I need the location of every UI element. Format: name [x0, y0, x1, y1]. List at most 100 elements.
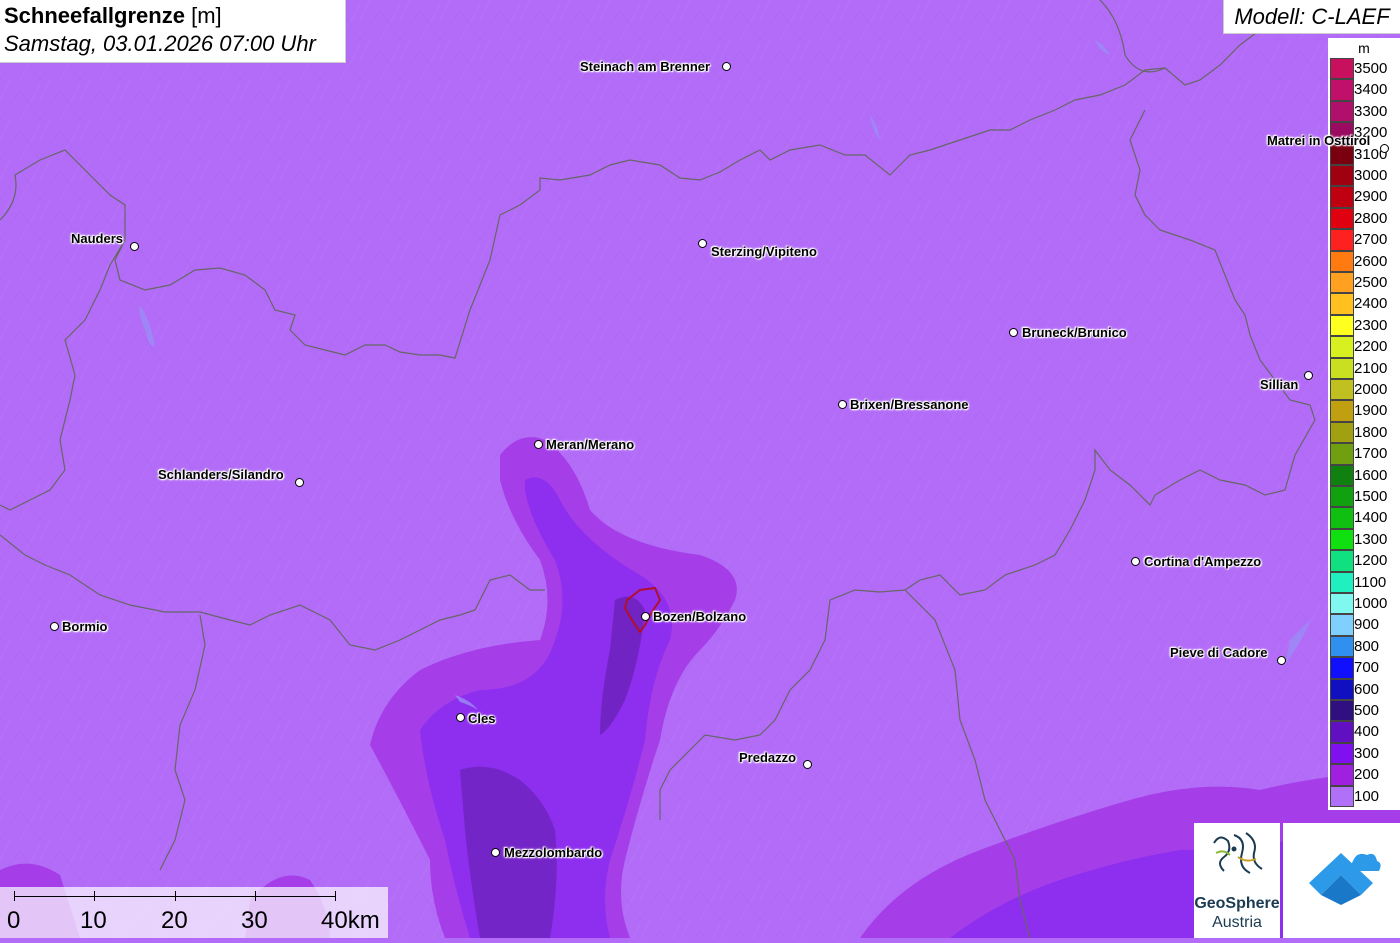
city-marker-cles[interactable]	[455, 712, 465, 722]
legend-entry: 3500	[1328, 58, 1400, 80]
legend-swatch	[1330, 421, 1354, 444]
city-label-bormio: Bormio	[62, 619, 108, 634]
legend-entry: 2500	[1328, 272, 1400, 294]
city-marker-schlanders[interactable]	[294, 477, 304, 487]
legend-value: 500	[1354, 702, 1380, 719]
scale-tick	[335, 891, 336, 901]
geosphere-country: Austria	[1212, 914, 1262, 931]
legend-swatch	[1330, 165, 1354, 187]
legend-entry: 2800	[1328, 207, 1400, 230]
legend-swatch	[1330, 272, 1354, 294]
city-marker-cortina[interactable]	[1130, 556, 1140, 566]
legend-value: 3500	[1354, 60, 1388, 77]
city-marker-steinach[interactable]	[721, 61, 731, 71]
legend-entry: 300	[1328, 742, 1400, 765]
legend-value: 2400	[1354, 295, 1388, 313]
legend-value: 300	[1354, 744, 1380, 762]
legend-swatch	[1330, 79, 1354, 101]
city-marker-predazzo[interactable]	[802, 759, 812, 769]
legend-swatch	[1330, 336, 1354, 358]
legend-swatch	[1330, 186, 1354, 208]
legend-entry: 2900	[1328, 186, 1400, 208]
weather-app-icon	[1309, 853, 1381, 905]
legend-value: 900	[1354, 616, 1380, 634]
legend-swatch	[1330, 464, 1354, 486]
scale-label-20: 20	[161, 907, 188, 934]
legend-swatch	[1330, 571, 1354, 593]
legend-value: 1500	[1354, 488, 1388, 505]
geosphere-name: GeoSphere	[1194, 895, 1280, 912]
city-label-cles: Cles	[468, 711, 496, 726]
city-label-steinach: Steinach am Brenner	[580, 59, 711, 74]
scale-bar: 0 10 20 30 40km	[0, 887, 388, 938]
legend-value: 700	[1354, 659, 1380, 677]
legend-swatch	[1330, 443, 1354, 465]
legend-value: 200	[1354, 766, 1380, 784]
legend-entry: 2600	[1328, 250, 1400, 272]
city-marker-bozen[interactable]	[640, 611, 650, 621]
legend-swatch	[1330, 58, 1354, 80]
legend-entry: 2200	[1328, 336, 1400, 358]
legend-value: 1100	[1354, 573, 1387, 591]
city-marker-sterzing[interactable]	[697, 238, 707, 248]
geosphere-logo[interactable]: GeoSphere Austria	[1194, 823, 1280, 938]
legend-swatch	[1330, 742, 1354, 765]
scale-label-30: 30	[241, 907, 268, 934]
legend-entry: 800	[1328, 635, 1400, 658]
legend-value: 100	[1354, 787, 1380, 805]
legend-entry: 1800	[1328, 421, 1400, 444]
legend-value: 1900	[1354, 402, 1388, 420]
legend-entry: 1500	[1328, 486, 1400, 508]
legend-swatch	[1330, 550, 1354, 572]
legend-swatch	[1330, 314, 1354, 337]
city-marker-pieve[interactable]	[1276, 655, 1286, 665]
legend-value: 1800	[1354, 423, 1388, 441]
city-label-pieve: Pieve di Cadore	[1170, 645, 1268, 660]
legend-value: 1400	[1354, 509, 1388, 527]
legend-swatch	[1330, 700, 1354, 722]
city-marker-mezzolombardo[interactable]	[490, 847, 500, 857]
legend-value: 1000	[1354, 595, 1388, 612]
legend-swatch	[1330, 657, 1354, 679]
legend-value: 2800	[1354, 209, 1388, 227]
legend-entry: 400	[1328, 721, 1400, 743]
legend-entry: 3000	[1328, 165, 1400, 187]
legend-entry: 2000	[1328, 379, 1400, 401]
legend-swatch	[1330, 486, 1354, 508]
legend-value: 800	[1354, 637, 1380, 655]
legend-entry: 1100	[1328, 571, 1400, 593]
city-marker-bruneck[interactable]	[1008, 327, 1018, 337]
city-label-meran: Meran/Merano	[546, 437, 635, 452]
city-marker-nauders[interactable]	[129, 241, 139, 251]
weather-app-logo[interactable]	[1283, 823, 1400, 938]
legend-value: 2600	[1354, 252, 1388, 270]
city-marker-meran[interactable]	[533, 439, 543, 449]
scale-tick	[175, 891, 176, 901]
city-label-mezzolombardo: Mezzolombardo	[504, 845, 603, 860]
legend-value: 400	[1354, 723, 1380, 741]
city-marker-brixen[interactable]	[837, 399, 847, 409]
city-marker-bormio[interactable]	[49, 621, 59, 631]
legend-entry: 100	[1328, 785, 1400, 807]
city-label-nauders: Nauders	[71, 231, 124, 246]
city-label-sillian: Sillian	[1260, 377, 1299, 392]
legend-value: 3300	[1354, 102, 1388, 120]
legend-entry: 2400	[1328, 293, 1400, 315]
legend-entry: 2700	[1328, 229, 1400, 251]
legend-value: 2700	[1354, 231, 1388, 249]
city-marker-sillian[interactable]	[1303, 370, 1313, 380]
legend-value: 1200	[1354, 552, 1388, 570]
legend-entry: 900	[1328, 614, 1400, 636]
legend-swatch	[1330, 614, 1354, 636]
title-panel: Schneefallgrenze [m] Samstag, 03.01.2026…	[0, 0, 346, 63]
legend-swatch	[1330, 721, 1354, 743]
legend-swatch	[1330, 250, 1354, 272]
city-marker-matrei[interactable]	[1379, 143, 1389, 153]
legend-swatch	[1330, 100, 1354, 123]
forecast-time: Samstag, 03.01.2026 07:00 Uhr	[4, 31, 316, 56]
title-unit: [m]	[191, 3, 222, 28]
scale-tick	[255, 891, 256, 901]
legend-value: 600	[1354, 680, 1380, 698]
legend-value: 2100	[1354, 359, 1388, 377]
legend-swatch	[1330, 507, 1354, 529]
